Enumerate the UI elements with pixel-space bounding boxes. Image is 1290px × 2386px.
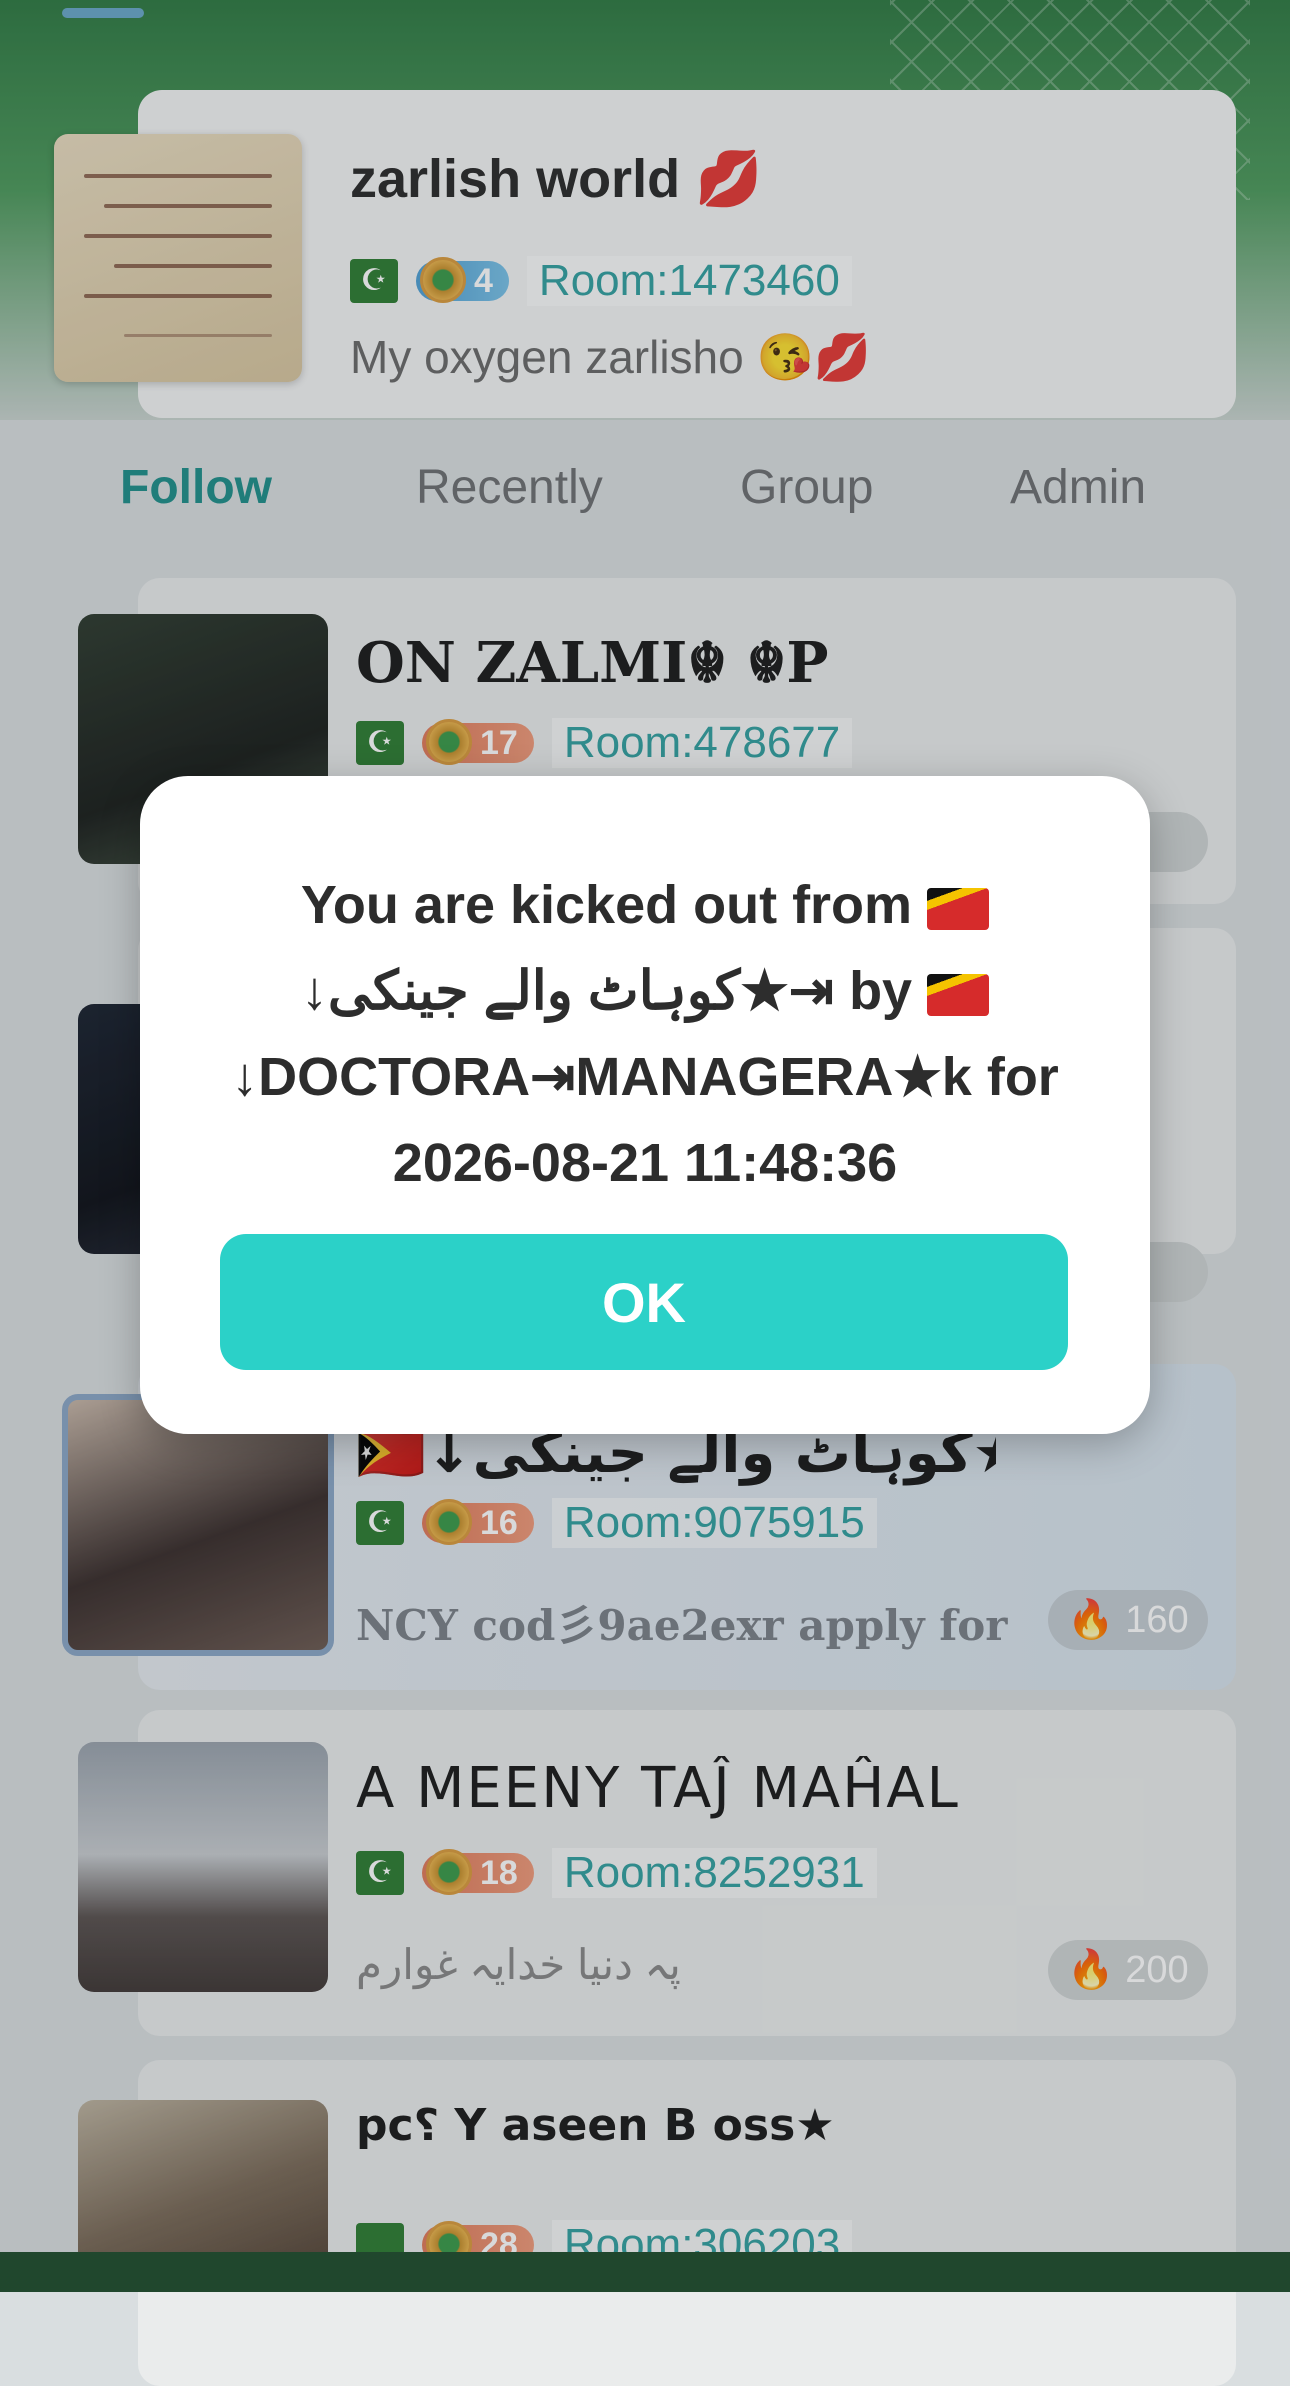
kicked-out-dialog: You are kicked out from ↓کوہاٹ والے جینک…	[140, 776, 1150, 1434]
dialog-line-1: You are kicked out from	[300, 875, 913, 935]
ok-button[interactable]: OK	[220, 1234, 1068, 1370]
timor-leste-flag-icon	[927, 887, 990, 930]
dialog-by: by	[849, 961, 913, 1021]
dialog-room-name: ↓کوہاٹ والے جینکی★⇥	[300, 961, 835, 1021]
dialog-timestamp: 2026-08-21 11:48:36	[392, 1133, 898, 1193]
dialog-message: You are kicked out from ↓کوہاٹ والے جینک…	[180, 862, 1110, 1206]
timor-leste-flag-icon	[927, 973, 990, 1016]
dialog-line-3: ↓DOCTORA⇥MANAGERA★k for	[231, 1047, 1059, 1107]
